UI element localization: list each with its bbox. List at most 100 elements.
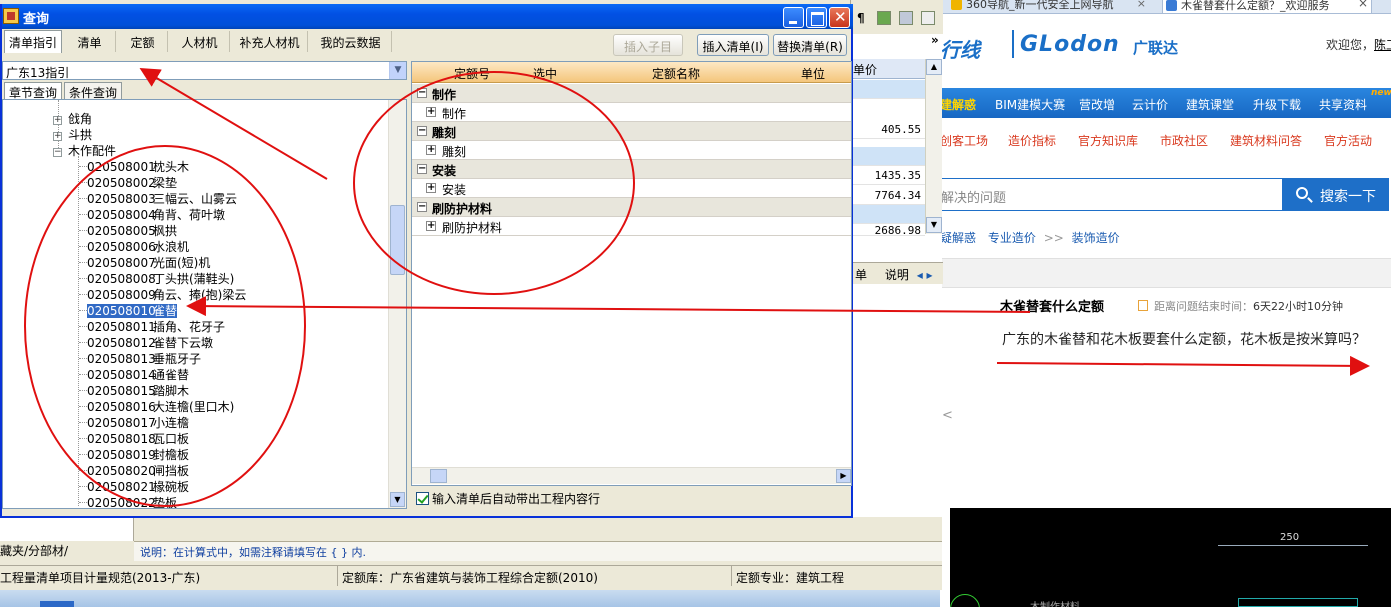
scroll-down-icon[interactable]: ▼ xyxy=(926,217,942,233)
expand-icon[interactable]: + xyxy=(426,183,436,193)
list-icon[interactable] xyxy=(921,11,935,25)
tab-quota[interactable]: 定额 xyxy=(118,31,168,52)
tab-labor-material[interactable]: 人材机 xyxy=(170,31,230,52)
tree-vertical-scrollbar[interactable]: ▼ xyxy=(388,100,406,508)
subnav-knowledge[interactable]: 官方知识库 xyxy=(1078,132,1138,149)
browser-tab-question[interactable]: 木雀替套什么定额？_欢迎服务 xyxy=(1162,0,1372,13)
replace-list-button[interactable]: 替换清单(R) xyxy=(773,34,847,56)
tree-node-parent[interactable]: − 木作配件 xyxy=(53,142,116,158)
col-quota-no[interactable]: 定额号 xyxy=(454,65,490,82)
tree-item[interactable]: 020508019封檐板 xyxy=(79,446,189,462)
grid-group-row[interactable]: − 刷防护材料 xyxy=(412,198,851,217)
checkbox-checked-icon[interactable] xyxy=(416,492,429,505)
breadcrumb-item[interactable]: 装饰造价 xyxy=(1072,231,1120,245)
scroll-thumb[interactable] xyxy=(390,205,405,275)
subnav-maker[interactable]: 创客工场 xyxy=(940,132,988,149)
insert-list-button[interactable]: 插入清单(I) xyxy=(697,34,769,56)
grid-child-row[interactable]: + 雕刻 xyxy=(412,141,851,160)
dialog-title-bar[interactable]: 查询 ✕ xyxy=(2,4,853,29)
tab-condition-query[interactable]: 条件查询 xyxy=(64,82,123,100)
close-icon[interactable]: × xyxy=(1358,0,1368,10)
tree-item[interactable]: 020508010雀替 xyxy=(79,302,178,318)
nav-item-classroom[interactable]: 建筑课堂 xyxy=(1186,96,1234,113)
breadcrumb-item[interactable]: 专业造价 xyxy=(988,231,1036,245)
scroll-thumb[interactable] xyxy=(430,469,447,483)
grid-child-row[interactable]: + 刷防护材料 xyxy=(412,217,851,236)
grid-group-row[interactable]: − 安装 xyxy=(412,160,851,179)
sheet-tabs[interactable]: 藏夹/分部材/ xyxy=(0,542,134,558)
expand-icon[interactable]: + xyxy=(53,132,62,141)
tree-item[interactable]: 020508020闸挡板 xyxy=(79,462,189,478)
tree-item[interactable]: 020508016大连檐(里口木) xyxy=(79,398,234,414)
tree-item[interactable]: 020508002梁垫 xyxy=(79,174,177,190)
chevron-right-icon[interactable]: » xyxy=(931,33,939,47)
expand-icon[interactable]: + xyxy=(426,107,436,117)
tab-list-guide[interactable]: 清单指引 xyxy=(4,30,62,53)
insert-child-button[interactable]: 插入子目 xyxy=(613,34,683,56)
tab-list[interactable]: 单 xyxy=(855,268,867,282)
grid-horizontal-scrollbar[interactable]: ▶ xyxy=(412,467,851,484)
tree-item[interactable]: 020508009角云、捧(抱)梁云 xyxy=(79,286,246,302)
tree-node-parent[interactable]: + 斗拱 xyxy=(53,126,92,142)
user-link[interactable]: 陈工 xyxy=(1374,38,1391,52)
nav-item-cloud[interactable]: 云计价 xyxy=(1132,96,1168,113)
tree-item[interactable]: 020508011插角、花牙子 xyxy=(79,318,225,334)
col-selected[interactable]: 选中 xyxy=(533,65,557,82)
nav-item-vat[interactable]: 营改增 xyxy=(1079,96,1115,113)
scroll-right-icon[interactable]: ▶ xyxy=(836,469,851,483)
col-unit[interactable]: 单位 xyxy=(801,65,825,82)
subnav-community[interactable]: 市政社区 xyxy=(1160,132,1208,149)
breadcrumb-item[interactable]: 疑解惑 xyxy=(940,231,976,245)
tree-item[interactable]: 020508022垫板 xyxy=(79,494,177,508)
chevron-left-icon[interactable]: < xyxy=(942,408,953,423)
collapse-icon[interactable]: − xyxy=(417,164,427,174)
paragraph-icon[interactable]: ¶ xyxy=(857,11,871,25)
subnav-events[interactable]: 官方活动 xyxy=(1324,132,1372,149)
tree-item[interactable]: 020508018瓦口板 xyxy=(79,430,189,446)
nav-item-bim[interactable]: BIM建模大赛 xyxy=(995,96,1065,113)
expand-icon[interactable]: + xyxy=(426,221,436,231)
collapse-icon[interactable]: − xyxy=(417,202,427,212)
tree-item[interactable]: 020508015踏脚木 xyxy=(79,382,189,398)
minimize-button[interactable] xyxy=(783,7,804,28)
tree-item[interactable]: 020508006水浪机 xyxy=(79,238,189,254)
guide-select[interactable]: 广东13指引 ▼ xyxy=(2,61,407,80)
tree-item[interactable]: 020508007光面(短)机 xyxy=(79,254,210,270)
nav-item-qa[interactable]: 建解惑 xyxy=(940,96,976,113)
tab-list[interactable]: 清单 xyxy=(64,31,116,52)
subnav-materials[interactable]: 建筑材料问答 xyxy=(1230,132,1302,149)
vertical-scrollbar[interactable]: ▲ ▼ xyxy=(925,59,942,234)
auto-content-checkbox[interactable]: 输入清单后自动带出工程内容行 xyxy=(416,490,600,507)
chevron-down-icon[interactable]: ▼ xyxy=(389,62,406,79)
expand-icon[interactable]: + xyxy=(426,145,436,155)
nav-item-resources[interactable]: 共享资料 xyxy=(1319,96,1367,113)
grid-child-row[interactable]: + 安装 xyxy=(412,179,851,198)
collapse-icon[interactable]: − xyxy=(417,88,427,98)
col-quota-name[interactable]: 定额名称 xyxy=(652,65,700,82)
collapse-icon[interactable]: − xyxy=(417,126,427,136)
subnav-index[interactable]: 造价指标 xyxy=(1008,132,1056,149)
cube-icon[interactable] xyxy=(877,11,891,25)
scroll-down-icon[interactable]: ▼ xyxy=(390,492,405,507)
tree-item[interactable]: 020508005枫拱 xyxy=(79,222,177,238)
tree-item[interactable]: 020508014通雀替 xyxy=(79,366,189,382)
tab-explain[interactable]: 说明 xyxy=(885,268,909,282)
maximize-button[interactable] xyxy=(806,7,827,28)
taskbar-item[interactable] xyxy=(40,601,74,607)
close-icon[interactable]: × xyxy=(1137,0,1146,10)
nav-item-download[interactable]: 升级下载 xyxy=(1253,96,1301,113)
grid-group-row[interactable]: − 雕刻 xyxy=(412,122,851,141)
scroll-up-icon[interactable]: ▲ xyxy=(926,59,942,75)
expand-icon[interactable]: + xyxy=(53,116,62,125)
grid-group-row[interactable]: − 制作 xyxy=(412,84,851,103)
tree-node-parent[interactable]: + 戗角 xyxy=(53,110,92,126)
tab-scroll-arrows-icon[interactable]: ◂ ▸ xyxy=(917,268,933,282)
grid-child-row[interactable]: + 制作 xyxy=(412,103,851,122)
tree-item[interactable]: 020508008丁头拱(蒲鞋头) xyxy=(79,270,234,286)
browser-tab-360[interactable]: 360导航_新一代安全上网导航 × xyxy=(948,0,1148,13)
collapse-icon[interactable]: − xyxy=(53,148,62,157)
tree-item[interactable]: 020508001枕头木 xyxy=(79,158,189,174)
tree-item[interactable]: 020508004角背、荷叶墩 xyxy=(79,206,225,222)
printer-icon[interactable] xyxy=(899,11,913,25)
glodon-logo[interactable]: GLodon xyxy=(1020,32,1120,57)
